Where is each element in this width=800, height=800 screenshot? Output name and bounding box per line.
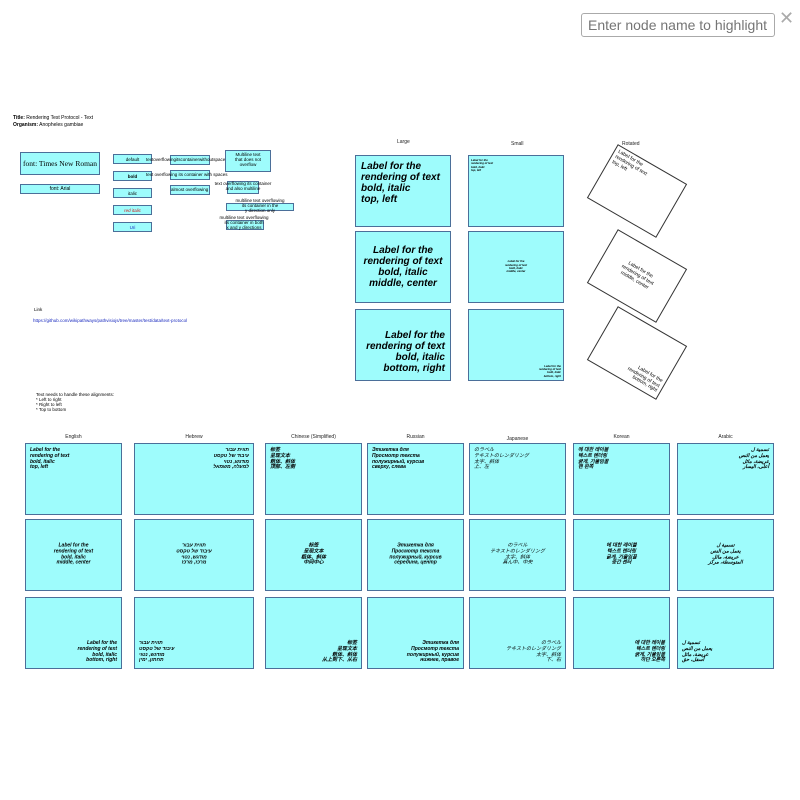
- lang-node-japanese-mid[interactable]: のラベル テキストのレンダリング 太字、斜体 真ん中、中央: [469, 519, 566, 591]
- lang-header-russian: Russian: [406, 434, 425, 440]
- multiline-y-label: multiline text overflowing its container…: [235, 198, 285, 213]
- lang-label-russian-top: Этикетка для Просмотр текста полужирный,…: [372, 447, 425, 471]
- font-arial-node[interactable]: font: Arial: [20, 184, 100, 194]
- rotated-top-left-label: Label for the rendering of text top, lef…: [611, 148, 649, 177]
- lang-node-english-bot[interactable]: Label for the rendering of text bold, it…: [25, 597, 122, 669]
- lang-label-japanese-bot: のラベル テキストのレンダリング 太字、斜体 下、右: [506, 640, 561, 664]
- lang-node-japanese-bot[interactable]: のラベル テキストのレンダリング 太字、斜体 下、右: [469, 597, 566, 669]
- style-italic-node[interactable]: italic: [113, 188, 152, 198]
- lang-node-hebrew-bot[interactable]: תווית עבור עיבוד של טקסט מודגש, נטוי תחת…: [134, 597, 254, 669]
- rotated-top-left-node[interactable]: Label for the rendering of text top, lef…: [586, 144, 688, 238]
- large-top-left-label: Label for the rendering of text bold, it…: [361, 161, 440, 205]
- lang-label-japanese-mid: のラベル テキストのレンダリング 太字、斜体 真ん中、中央: [490, 542, 545, 566]
- large-top-left-node[interactable]: Label for the rendering of text bold, it…: [355, 155, 451, 227]
- lang-label-chinese-simplified-mid: 标签 呈现文本 粗体、斜体 中间中心: [300, 542, 326, 566]
- lang-node-russian-top[interactable]: Этикетка для Просмотр текста полужирный,…: [367, 443, 464, 515]
- style-bold-label: bold: [127, 173, 138, 179]
- lang-label-russian-bot: Этикетка для Просмотр текста полужирный,…: [406, 640, 459, 664]
- alignment-note: Text needs to handle these alignments: *…: [36, 392, 115, 412]
- lang-node-chinese-simplified-bot[interactable]: 标签 呈现文本 粗体、斜体 从上到下、从右: [265, 597, 362, 669]
- lang-node-arabic-bot[interactable]: تسمية ل يعمل من النص عريضة، مائل أسفل، ح…: [677, 597, 774, 669]
- lang-label-korean-top: 에 대한 레이블 텍스트 렌더링 굵게, 기울임꼴 맨 왼쪽: [578, 447, 609, 471]
- style-italic-label: italic: [127, 190, 137, 196]
- lang-node-english-top[interactable]: Label for the rendering of text bold, it…: [25, 443, 122, 515]
- multiline-xy-label: multiline text overflowing its container…: [219, 215, 269, 230]
- lang-header-arabic: Arabic: [718, 434, 733, 440]
- lang-label-korean-bot: 에 대한 레이블 텍스트 렌더링 굵게, 기울임꼴 하단 오른쪽: [634, 640, 665, 664]
- lang-label-russian-mid: Этикетка для Просмотр текста полужирный,…: [389, 542, 442, 566]
- lang-label-hebrew-mid: תווית עבור עיבוד של טקסט מודגש, נטוי מרכ…: [176, 542, 212, 566]
- organism-value: Anopheles gambiae: [39, 121, 84, 128]
- lang-label-english-top: Label for the rendering of text bold, it…: [30, 447, 70, 471]
- overflow-spaces-label: text overflowing its container with spac…: [146, 172, 228, 177]
- large-middle-center-label: Label for the rendering of text bold, it…: [363, 245, 443, 289]
- lang-node-chinese-simplified-top[interactable]: 标签 呈现文本 粗体、斜体 顶部、左侧: [265, 443, 362, 515]
- close-icon[interactable]: ✕: [779, 8, 794, 29]
- lang-node-arabic-top[interactable]: تسمية ل يعمل من النص عريضة، مائل أعلى، ا…: [677, 443, 774, 515]
- lang-label-hebrew-bot: תווית עבור עיבוד של טקסט מודגש, נטוי תחת…: [139, 640, 175, 664]
- lang-header-chinese-simplified: Chinese (Simplified): [291, 434, 336, 440]
- large-bottom-right-label: Label for the rendering of text bold, it…: [366, 330, 445, 374]
- small-top-left-node[interactable]: Label for the rendering of text bold, it…: [468, 155, 564, 227]
- lang-node-arabic-mid[interactable]: تسمية ل يعمل من النص عريضة، مائل المتوسط…: [677, 519, 774, 591]
- font-times-node[interactable]: font: Times New Roman: [20, 152, 100, 175]
- overflow-multiline-label: text overflowing its container and also …: [214, 181, 272, 191]
- small-bottom-right-node[interactable]: Label for the rendering of text bold, it…: [468, 309, 564, 381]
- header-rotated: Rotated: [622, 141, 640, 147]
- lang-node-russian-mid[interactable]: Этикетка для Просмотр текста полужирный,…: [367, 519, 464, 591]
- lang-node-korean-mid[interactable]: 에 대한 레이블 텍스트 렌더링 굵게, 기울임꼴 중간 센터: [573, 519, 670, 591]
- header-large: Large: [397, 139, 410, 145]
- lang-node-korean-top[interactable]: 에 대한 레이블 텍스트 렌더링 굵게, 기울임꼴 맨 왼쪽: [573, 443, 670, 515]
- lang-label-arabic-top: تسمية ل يعمل من النص عريضة، مائل أعلى، ا…: [738, 447, 769, 471]
- rotated-middle-center-node[interactable]: Label for the rendering of text middle, …: [586, 229, 688, 323]
- title-label: Title:: [13, 115, 25, 121]
- style-red-italic-node[interactable]: red italic: [113, 205, 152, 215]
- rotated-bottom-right-label: Label for the rendering of text bottom, …: [626, 364, 664, 394]
- lang-label-japanese-top: のラベル テキストのレンダリング 太字、斜体 上、左: [474, 447, 529, 471]
- lang-label-chinese-simplified-bot: 标签 呈现文本 粗体、斜体 从上到下、从右: [321, 640, 357, 664]
- lang-node-japanese-top[interactable]: のラベル テキストのレンダリング 太字、斜体 上、左: [469, 443, 566, 515]
- lang-header-english: English: [65, 434, 82, 440]
- lang-label-hebrew-top: תווית עבור עיבוד של טקסט מודגש, נטוי למע…: [213, 447, 249, 471]
- font-times-label: font: Times New Roman: [23, 159, 97, 168]
- lang-node-chinese-simplified-mid[interactable]: 标签 呈现文本 粗体、斜体 中间中心: [265, 519, 362, 591]
- lang-label-arabic-bot: تسمية ل يعمل من النص عريضة، مائل أسفل، ح…: [682, 640, 713, 664]
- style-red-italic-label: red italic: [124, 207, 141, 213]
- search-input[interactable]: [581, 13, 775, 37]
- lang-node-korean-bot[interactable]: 에 대한 레이블 텍스트 렌더링 굵게, 기울임꼴 하단 오른쪽: [573, 597, 670, 669]
- rotated-middle-center-label: Label for the rendering of text middle, …: [619, 260, 655, 291]
- font-arial-label: font: Arial: [49, 186, 71, 192]
- link-heading: Link: [34, 307, 43, 312]
- organism-label: Organism:: [13, 121, 39, 128]
- title-value: Rendering Test Protocol - Text: [26, 115, 94, 121]
- link-url[interactable]: https://github.com/wikipathways/pathvisi…: [33, 318, 187, 323]
- pathway-info: Title: Rendering Test Protocol - Text Or…: [13, 115, 93, 128]
- lang-header-japanese: Japanese: [506, 436, 529, 442]
- large-middle-center-node[interactable]: Label for the rendering of text bold, it…: [355, 231, 451, 303]
- multiline-fit-label: Multiline text that does not overflow: [234, 152, 262, 167]
- almost-overflowing-label: almost overflowing: [171, 187, 209, 192]
- lang-header-hebrew: Hebrew: [185, 434, 203, 440]
- lang-label-korean-mid: 에 대한 레이블 텍스트 렌더링 굵게, 기울임꼴 중간 센터: [606, 542, 637, 566]
- lang-node-hebrew-mid[interactable]: תווית עבור עיבוד של טקסט מודגש, נטוי מרכ…: [134, 519, 254, 591]
- lang-header-korean: Korean: [613, 434, 630, 440]
- lang-node-english-mid[interactable]: Label for the rendering of text bold, it…: [25, 519, 122, 591]
- small-bottom-right-label: Label for the rendering of text bold, it…: [538, 363, 561, 378]
- lang-label-chinese-simplified-top: 标签 呈现文本 粗体、斜体 顶部、左侧: [270, 447, 296, 471]
- large-bottom-right-node[interactable]: Label for the rendering of text bold, it…: [355, 309, 451, 381]
- small-middle-center-node[interactable]: Label for the rendering of text bold, it…: [468, 231, 564, 303]
- style-uri-label: Uri: [129, 224, 136, 230]
- header-small: Small: [511, 141, 524, 147]
- small-top-left-label: Label for the rendering of text bold, it…: [471, 158, 494, 173]
- small-middle-center-label: Label for the rendering of text bold, it…: [504, 259, 528, 274]
- style-uri-node[interactable]: Uri: [113, 222, 152, 232]
- lang-label-arabic-mid: تسمية ل يعمل من النص عريضة، مائل المتوسط…: [708, 542, 743, 566]
- overflow-horizontal-label: textoverflowingitscontainerwithoutspaces: [146, 157, 228, 162]
- lang-node-hebrew-top[interactable]: תווית עבור עיבוד של טקסט מודגש, נטוי למע…: [134, 443, 254, 515]
- style-default-label: default: [125, 156, 140, 162]
- lang-label-english-mid: Label for the rendering of text bold, it…: [53, 542, 94, 566]
- lang-node-russian-bot[interactable]: Этикетка для Просмотр текста полужирный,…: [367, 597, 464, 669]
- lang-label-english-bot: Label for the rendering of text bold, it…: [77, 640, 117, 664]
- rotated-bottom-right-node[interactable]: Label for the rendering of text bottom, …: [586, 306, 688, 400]
